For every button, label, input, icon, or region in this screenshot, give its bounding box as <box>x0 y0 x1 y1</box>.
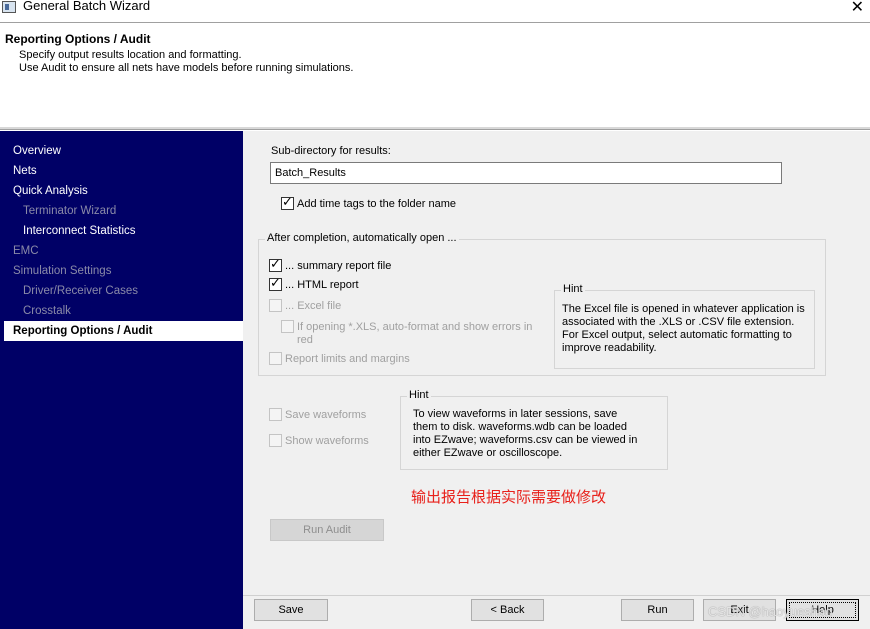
summary-report-label: ... summary report file <box>285 260 392 272</box>
back-button[interactable]: < Back <box>471 599 544 621</box>
excel-hint-line: The Excel file is opened in whatever app… <box>562 303 805 315</box>
waveform-hint-line: them to disk. waveforms.wdb can be loade… <box>413 421 628 433</box>
add-time-tags-label: Add time tags to the folder name <box>297 198 456 210</box>
save-button[interactable]: Save <box>254 599 328 621</box>
save-waveforms-checkbox <box>269 408 282 421</box>
app-icon <box>2 1 16 13</box>
sidebar-item-reporting-options[interactable]: Reporting Options / Audit <box>4 321 243 341</box>
excel-hint-line: For Excel output, select automatic forma… <box>562 329 792 341</box>
sidebar-item-overview[interactable]: Overview <box>0 141 243 161</box>
wizard-sidebar: Overview Nets Quick Analysis Terminator … <box>0 131 243 629</box>
page-description-line1: Specify output results location and form… <box>19 49 242 61</box>
close-icon[interactable]: ✕ <box>851 0 864 17</box>
xls-format-label-line1: If opening *.XLS, auto-format and show e… <box>297 321 533 333</box>
html-report-checkbox[interactable] <box>269 276 282 291</box>
help-button[interactable]: Help <box>786 599 859 621</box>
wizard-header: Reporting Options / Audit Specify output… <box>0 22 870 130</box>
sidebar-item-interconnect-statistics[interactable]: Interconnect Statistics <box>0 221 243 241</box>
summary-report-checkbox[interactable] <box>269 257 282 272</box>
waveform-hint-text: To view waveforms in later sessions, sav… <box>413 408 637 460</box>
xls-format-checkbox <box>281 320 294 333</box>
exit-button[interactable]: Exit <box>703 599 776 621</box>
annotation-text: 输出报告根据实际需要做修改 <box>411 488 607 506</box>
run-button[interactable]: Run <box>621 599 694 621</box>
sidebar-item-quick-analysis[interactable]: Quick Analysis <box>0 181 243 201</box>
sidebar-item-crosstalk: Crosstalk <box>23 305 71 317</box>
footer-divider <box>243 595 870 596</box>
waveform-hint-legend: Hint <box>407 389 431 401</box>
sidebar-item-simulation-settings: Simulation Settings <box>13 265 112 277</box>
excel-hint-line: associated with the .XLS or .CSV file ex… <box>562 316 795 328</box>
excel-hint-line: improve readability. <box>562 342 657 354</box>
page-description-line2: Use Audit to ensure all nets have models… <box>19 62 354 74</box>
excel-hint-text: The Excel file is opened in whatever app… <box>562 303 805 355</box>
excel-hint-legend: Hint <box>561 283 585 295</box>
save-waveforms-label: Save waveforms <box>285 409 367 421</box>
waveform-hint-line: into EZwave; waveforms.csv can be viewed… <box>413 434 638 446</box>
subdir-input[interactable]: Batch_Results <box>270 162 782 184</box>
show-waveforms-label: Show waveforms <box>285 435 369 447</box>
sidebar-item-terminator-wizard: Terminator Wizard <box>23 205 117 217</box>
run-audit-button: Run Audit <box>270 519 384 541</box>
excel-file-label: ... Excel file <box>285 300 342 312</box>
waveform-hint-line: either EZwave or oscilloscope. <box>413 447 563 459</box>
report-limits-label: Report limits and margins <box>285 353 410 365</box>
excel-file-checkbox <box>269 299 282 312</box>
sidebar-item-driver-receiver-cases: Driver/Receiver Cases <box>23 285 139 297</box>
waveform-hint-line: To view waveforms in later sessions, sav… <box>413 408 618 420</box>
after-completion-legend: After completion, automatically open ... <box>265 232 459 244</box>
xls-format-label-line2: red <box>297 334 313 346</box>
sidebar-item-nets[interactable]: Nets <box>0 161 243 181</box>
add-time-tags-checkbox[interactable] <box>281 195 294 210</box>
window-title: General Batch Wizard <box>23 0 151 13</box>
subdir-label: Sub-directory for results: <box>271 145 391 157</box>
html-report-label: ... HTML report <box>285 279 359 291</box>
header-divider <box>0 127 870 129</box>
title-bar: General Batch Wizard ✕ <box>0 0 870 22</box>
show-waveforms-checkbox <box>269 434 282 447</box>
page-title: Reporting Options / Audit <box>5 32 151 46</box>
report-limits-checkbox <box>269 352 282 365</box>
sidebar-item-emc: EMC <box>13 245 39 257</box>
